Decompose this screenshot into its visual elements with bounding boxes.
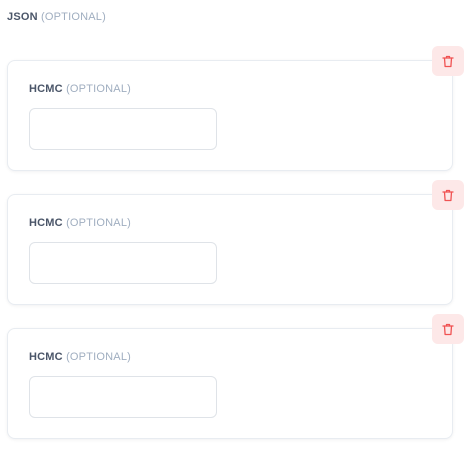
- item-optional-tag: (OPTIONAL): [66, 351, 132, 363]
- json-item-card: HCMC (OPTIONAL): [7, 328, 453, 439]
- json-field-editor: JSON (OPTIONAL) HCMC (OPTIONAL) HCMC (OP…: [0, 0, 474, 453]
- hcmc-input[interactable]: [29, 376, 217, 418]
- delete-item-button[interactable]: [432, 180, 464, 210]
- item-label: HCMC (OPTIONAL): [29, 351, 131, 363]
- hcmc-input[interactable]: [29, 242, 217, 284]
- delete-item-button[interactable]: [432, 46, 464, 76]
- section-label-text: JSON: [7, 11, 38, 23]
- json-item-card: HCMC (OPTIONAL): [7, 60, 453, 171]
- item-optional-tag: (OPTIONAL): [66, 83, 132, 95]
- hcmc-input[interactable]: [29, 108, 217, 150]
- item-optional-tag: (OPTIONAL): [66, 217, 132, 229]
- item-label: HCMC (OPTIONAL): [29, 83, 131, 95]
- item-label-text: HCMC: [29, 83, 63, 95]
- item-label: HCMC (OPTIONAL): [29, 217, 131, 229]
- trash-icon: [442, 55, 454, 68]
- delete-item-button[interactable]: [432, 314, 464, 344]
- item-label-text: HCMC: [29, 351, 63, 363]
- trash-icon: [442, 323, 454, 336]
- section-label: JSON (OPTIONAL): [7, 11, 106, 23]
- item-label-text: HCMC: [29, 217, 63, 229]
- json-item-card: HCMC (OPTIONAL): [7, 194, 453, 305]
- trash-icon: [442, 189, 454, 202]
- section-optional-tag: (OPTIONAL): [41, 11, 106, 23]
